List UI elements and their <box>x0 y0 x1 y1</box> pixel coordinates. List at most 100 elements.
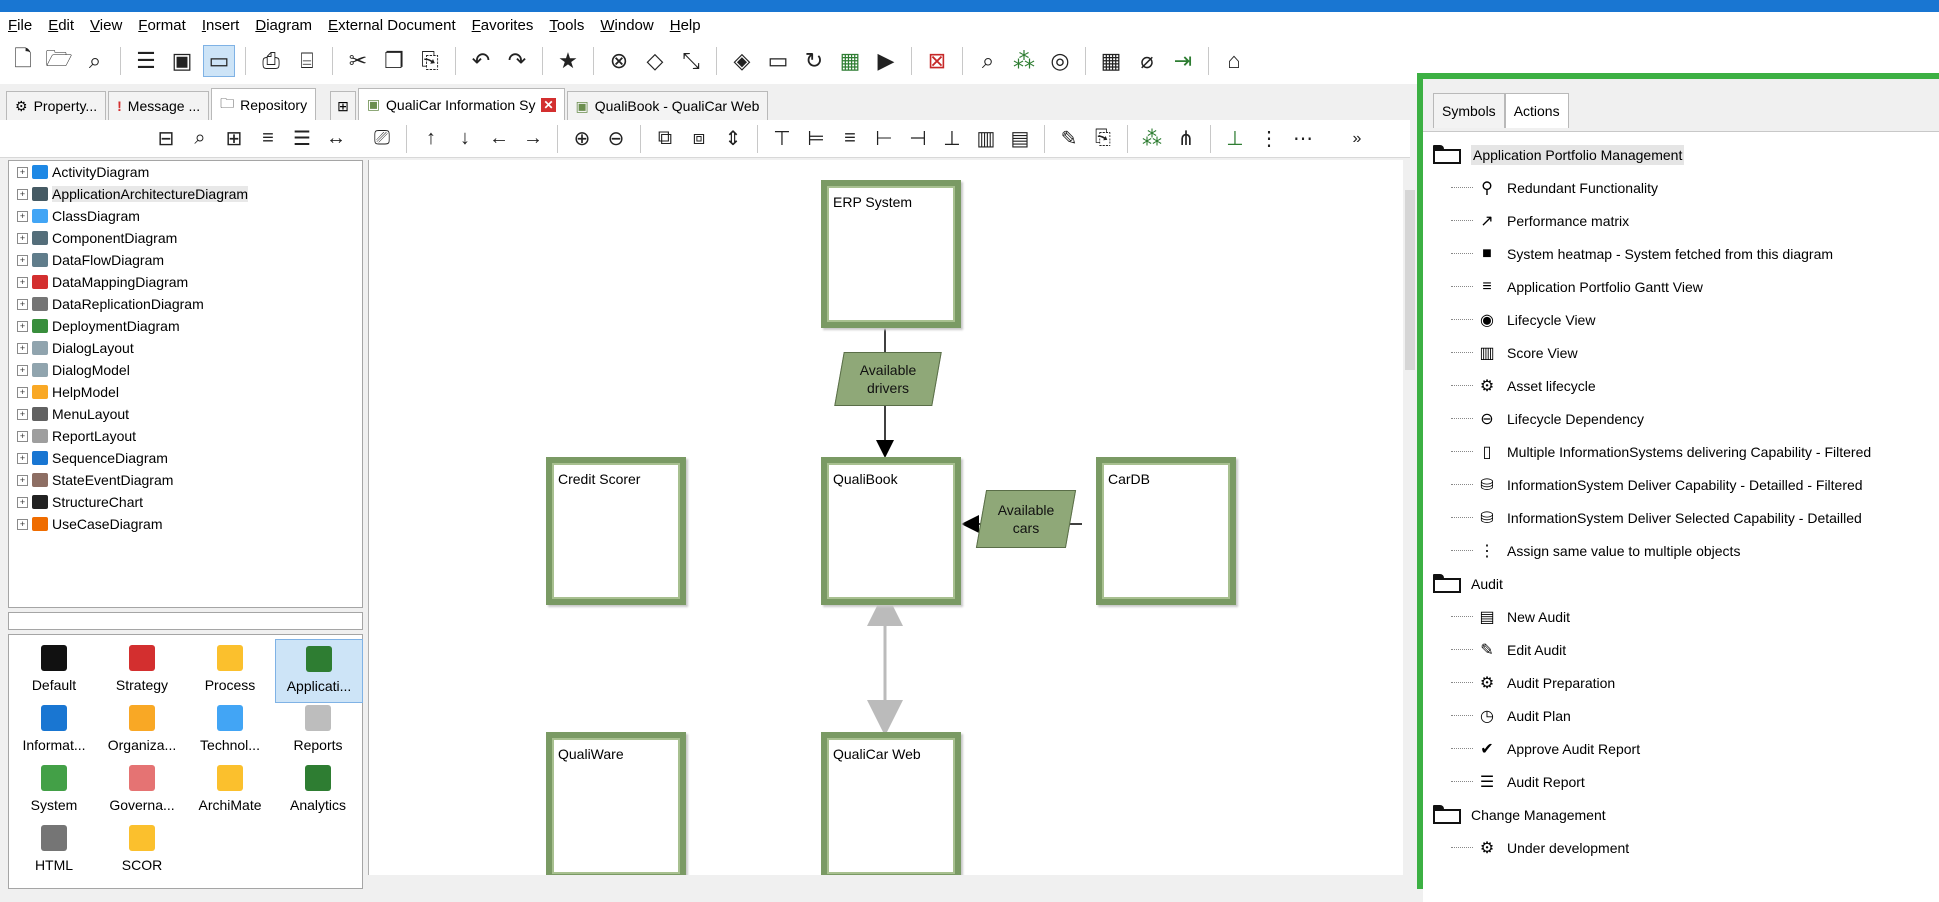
action-item[interactable]: ≡ Application Portfolio Gantt View <box>1423 270 1939 303</box>
print-preview-icon[interactable]: ⌸ <box>292 46 322 76</box>
delete-shape-icon[interactable]: ⊗ <box>604 46 634 76</box>
tree-item[interactable]: + StateEventDiagram <box>9 469 362 491</box>
repo-list-icon[interactable]: ☰ <box>288 125 316 153</box>
tab-symbols[interactable]: Symbols <box>1433 93 1505 128</box>
menu-insert[interactable]: Insert <box>194 17 248 34</box>
action-item[interactable]: ▥ Score View <box>1423 336 1939 369</box>
menu-edit[interactable]: Edit <box>40 17 82 34</box>
palette-item[interactable]: ArchiMate <box>187 759 273 821</box>
doc-tab-qualibook[interactable]: ▣ QualiBook - QualiCar Web <box>566 91 769 120</box>
attach-icon[interactable]: ⌀ <box>1132 46 1162 76</box>
expand-icon[interactable]: + <box>17 276 28 288</box>
tree-item[interactable]: + ApplicationArchitectureDiagram <box>9 183 362 205</box>
action-item[interactable]: ▯ Multiple InformationSystems delivering … <box>1423 435 1939 468</box>
action-item[interactable]: ⚙ Audit Preparation <box>1423 666 1939 699</box>
menu-window[interactable]: Window <box>592 17 661 34</box>
tree-item[interactable]: + ClassDiagram <box>9 205 362 227</box>
space-horizontal-icon[interactable]: ⋯ <box>1289 125 1317 153</box>
repo-help-list-icon[interactable]: ≡ <box>254 125 282 153</box>
action-item[interactable]: ■ System heatmap - System fetched from th… <box>1423 237 1939 270</box>
expand-icon[interactable]: + <box>17 518 28 530</box>
expand-icon[interactable]: + <box>17 232 28 244</box>
action-item[interactable]: ⚙ Asset lifecycle <box>1423 369 1939 402</box>
rectangle-icon[interactable]: ▭ <box>763 46 793 76</box>
save-icon[interactable]: ⎚ <box>368 125 396 153</box>
network-icon[interactable]: ⁂ <box>1009 46 1039 76</box>
expand-icon[interactable]: + <box>17 298 28 310</box>
move-left-icon[interactable]: ← <box>485 125 513 153</box>
rotate-icon[interactable]: ↻ <box>799 46 829 76</box>
action-group[interactable]: Audit <box>1423 567 1939 600</box>
action-item[interactable]: ✎ Edit Audit <box>1423 633 1939 666</box>
action-item[interactable]: ⚙ Under development <box>1423 831 1939 864</box>
align-right-icon[interactable]: ⊣ <box>904 125 932 153</box>
palette-item[interactable]: Default <box>11 639 97 701</box>
palette-item[interactable]: HTML <box>11 819 97 881</box>
action-item[interactable]: ⚲ Redundant Functionality <box>1423 171 1939 204</box>
tree-item[interactable]: + HelpModel <box>9 381 362 403</box>
repo-filter-icon[interactable]: ⊟ <box>152 125 180 153</box>
menu-external-document[interactable]: External Document <box>320 17 464 34</box>
flow-available-cars[interactable]: Available cars <box>975 490 1077 548</box>
expand-icon[interactable]: + <box>17 254 28 266</box>
tab-repository[interactable]: 🗀 Repository <box>211 88 317 120</box>
tree-item[interactable]: + MenuLayout <box>9 403 362 425</box>
palette-item[interactable]: System <box>11 759 97 821</box>
properties-icon[interactable]: ⎘ <box>1089 125 1117 153</box>
close-window-icon[interactable]: ⊠ <box>922 46 952 76</box>
tree-item[interactable]: + DialogLayout <box>9 337 362 359</box>
scrollbar-thumb[interactable] <box>1405 190 1415 370</box>
cut-icon[interactable]: ✂ <box>343 46 373 76</box>
play-icon[interactable]: ▶ <box>871 46 901 76</box>
new-document-icon[interactable]: 🗋 <box>8 46 38 76</box>
copy-icon[interactable]: ❐ <box>379 46 409 76</box>
image-icon[interactable]: ▦ <box>835 46 865 76</box>
space-vertical-icon[interactable]: ⋮ <box>1255 125 1283 153</box>
tree-item[interactable]: + DeploymentDiagram <box>9 315 362 337</box>
menu-help[interactable]: Help <box>662 17 709 34</box>
grid-icon[interactable]: ▦ <box>1096 46 1126 76</box>
box-cardb[interactable]: CarDB <box>1096 457 1236 605</box>
same-width-icon[interactable]: ▤ <box>1006 125 1034 153</box>
html-export-icon[interactable]: ⌂ <box>1219 46 1249 76</box>
undo-icon[interactable]: ↶ <box>466 46 496 76</box>
flow-available-drivers[interactable]: Available drivers <box>834 352 942 406</box>
resize-icon[interactable]: ⤡ <box>676 46 706 76</box>
tree-item[interactable]: + SequenceDiagram <box>9 447 362 469</box>
menu-diagram[interactable]: Diagram <box>247 17 320 34</box>
action-item[interactable]: ⊖ Lifecycle Dependency <box>1423 402 1939 435</box>
palette-item[interactable]: Governa... <box>99 759 185 821</box>
tree-item[interactable]: + DataMappingDiagram <box>9 271 362 293</box>
layout-tree-icon[interactable]: ⋔ <box>1172 125 1200 153</box>
fill-bucket-icon[interactable]: ◈ <box>727 46 757 76</box>
palette-item[interactable]: Technol... <box>187 699 273 761</box>
menu-format[interactable]: Format <box>130 17 194 34</box>
expand-icon[interactable]: + <box>17 342 28 354</box>
action-item[interactable]: ⛁ InformationSystem Deliver Capability - … <box>1423 468 1939 501</box>
distribute-vertical-icon[interactable]: ⇕ <box>719 125 747 153</box>
action-item[interactable]: ◷ Audit Plan <box>1423 699 1939 732</box>
import-icon[interactable]: ⇥ <box>1168 46 1198 76</box>
align-top-icon[interactable]: ⊤ <box>768 125 796 153</box>
close-icon[interactable]: ✕ <box>541 97 556 112</box>
tree-item[interactable]: + DialogModel <box>9 359 362 381</box>
screen-icon[interactable]: ▭ <box>203 45 235 77</box>
expand-icon[interactable]: + <box>17 474 28 486</box>
tree-item[interactable]: + StructureChart <box>9 491 362 513</box>
move-down-icon[interactable]: ↓ <box>451 125 479 153</box>
zoom-in-icon[interactable]: ⊕ <box>568 125 596 153</box>
expand-icon[interactable]: + <box>17 386 28 398</box>
box-qualiware[interactable]: QualiWare <box>546 732 686 880</box>
box-credit-scorer[interactable]: Credit Scorer <box>546 457 686 605</box>
send-backward-icon[interactable]: ⧈ <box>685 125 713 153</box>
action-group[interactable]: Change Management <box>1423 798 1939 831</box>
find-people-icon[interactable]: ⌕ <box>80 46 110 76</box>
doc-tab-qualicar-information[interactable]: ▣ QualiCar Information Sy ✕ <box>357 88 565 120</box>
expand-icon[interactable]: + <box>17 320 28 332</box>
zoom-out-icon[interactable]: ⊖ <box>602 125 630 153</box>
action-group[interactable]: Application Portfolio Management <box>1423 138 1939 171</box>
favorite-star-icon[interactable]: ★ <box>553 46 583 76</box>
expand-icon[interactable]: + <box>17 430 28 442</box>
move-up-icon[interactable]: ↑ <box>417 125 445 153</box>
tree-item[interactable]: + DataReplicationDiagram <box>9 293 362 315</box>
